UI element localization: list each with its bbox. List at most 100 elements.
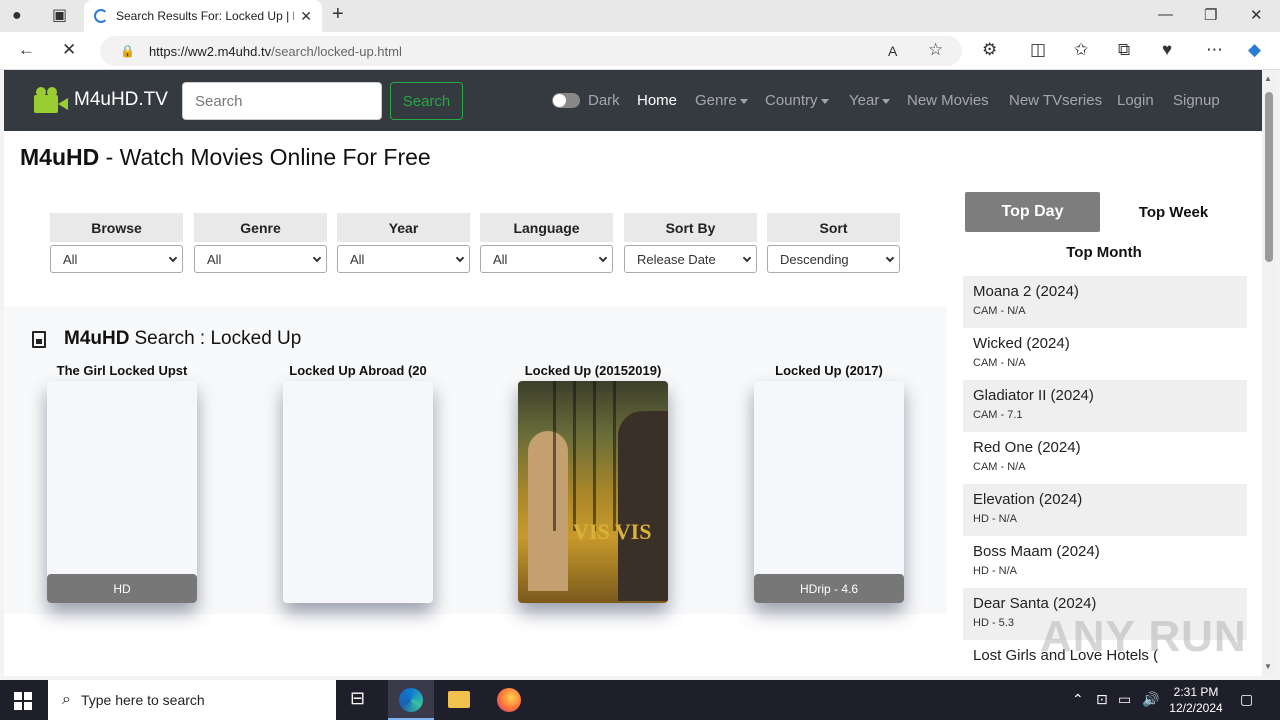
search-results: M4uHD Search : Locked Up The Girl Locked …: [4, 306, 947, 614]
year-select[interactable]: All: [337, 245, 470, 273]
nav-year[interactable]: Year: [849, 92, 891, 109]
chevron-down-icon: [598, 253, 608, 263]
favorite-star-icon[interactable]: ☆: [928, 40, 943, 60]
tab-actions-icon[interactable]: ▣: [52, 6, 67, 26]
profile-icon[interactable]: ●: [12, 6, 22, 26]
filter-language: Language All: [480, 213, 613, 273]
list-item[interactable]: Moana 2 (2024) CAM - N/A: [963, 276, 1247, 328]
movie-title[interactable]: Locked Up Abroad (20: [278, 363, 438, 379]
taskbar-search-text: Type here to search: [80, 692, 205, 708]
filter-sort: Sort Descending: [767, 213, 900, 273]
favorites-icon[interactable]: ✩: [1074, 40, 1088, 60]
loading-icon: [94, 9, 108, 23]
sort-by-select[interactable]: Release Date: [624, 245, 757, 273]
filter-label: Year: [337, 213, 470, 242]
tab-title: Search Results For: Locked Up | M: [116, 9, 295, 23]
site-search-input[interactable]: Search: [182, 82, 382, 120]
nav-country[interactable]: Country: [765, 92, 829, 109]
tab-top-week[interactable]: Top Week: [1106, 192, 1241, 232]
url-field[interactable]: 🔒 https://ww2.m4uhd.tv/search/locked-up.…: [100, 36, 962, 66]
read-aloud-icon[interactable]: A: [888, 43, 897, 59]
close-tab-icon[interactable]: ✕: [300, 8, 312, 25]
movie-card[interactable]: The Girl Locked Upst HD: [42, 363, 202, 603]
nav-login[interactable]: Login: [1117, 92, 1154, 109]
quality-badge: HDrip - 4.6: [754, 574, 904, 603]
taskbar-search[interactable]: ⌕ Type here to search: [48, 680, 336, 720]
tray-chevron-icon[interactable]: ⌃: [1072, 691, 1084, 708]
site-navbar: M4uHD.TV Search Search Dark Home Genre C…: [4, 70, 1262, 131]
movie-poster[interactable]: [283, 381, 433, 603]
document-icon: [32, 330, 46, 348]
task-view-icon[interactable]: ⊟: [350, 688, 365, 709]
movie-title[interactable]: The Girl Locked Upst: [42, 363, 202, 379]
back-icon[interactable]: ←: [18, 40, 35, 60]
more-menu-icon[interactable]: ⋯: [1206, 40, 1223, 60]
site-search-button[interactable]: Search: [390, 82, 463, 120]
windows-taskbar: ⌕ Type here to search ⊟ ⌃ ⊡ ▭ 🔊 2:31 PM …: [0, 680, 1280, 720]
nav-signup[interactable]: Signup: [1173, 92, 1220, 109]
genre-select[interactable]: All: [194, 245, 327, 273]
movie-title[interactable]: Locked Up (20152019): [513, 363, 673, 379]
taskbar-clock[interactable]: 2:31 PM 12/2/2024: [1164, 684, 1228, 716]
firefox-icon[interactable]: [497, 688, 521, 712]
browser-tab-active[interactable]: Search Results For: Locked Up | M ✕: [84, 0, 322, 32]
restore-icon[interactable]: ❐: [1204, 6, 1217, 24]
network-icon[interactable]: ⊡: [1096, 691, 1108, 708]
movie-poster[interactable]: HD: [47, 381, 197, 603]
lock-icon[interactable]: 🔒: [120, 44, 135, 58]
movie-card[interactable]: Locked Up (20152019) VIS VIS: [513, 363, 673, 603]
filter-browse: Browse All: [50, 213, 183, 273]
list-item[interactable]: Boss Maam (2024) HD - N/A: [963, 536, 1247, 588]
minimize-icon[interactable]: —: [1158, 6, 1173, 23]
scroll-up-icon: ▲: [1264, 74, 1272, 83]
filter-sort-by: Sort By Release Date: [624, 213, 757, 273]
tab-top-day[interactable]: Top Day: [965, 192, 1100, 232]
chevron-down-icon: [455, 253, 465, 263]
movie-card[interactable]: Locked Up Abroad (20: [278, 363, 438, 603]
scroll-thumb[interactable]: [1265, 92, 1273, 262]
chevron-down-icon: [885, 253, 895, 263]
new-tab-icon[interactable]: +: [332, 4, 344, 24]
list-item[interactable]: Red One (2024) CAM - N/A: [963, 432, 1247, 484]
performance-icon[interactable]: ♥: [1162, 40, 1172, 60]
nav-new-movies[interactable]: New Movies: [907, 92, 989, 109]
nav-new-tvseries[interactable]: New TVseries: [1009, 92, 1102, 109]
edge-browser-icon[interactable]: [399, 688, 423, 712]
windows-start-icon[interactable]: [14, 692, 32, 710]
stop-loading-icon[interactable]: ✕: [62, 40, 76, 60]
movie-card[interactable]: Locked Up (2017) HDrip - 4.6: [749, 363, 909, 603]
site-brand[interactable]: M4uHD.TV: [34, 87, 168, 113]
copilot-icon[interactable]: ◆: [1248, 40, 1261, 60]
movie-title[interactable]: Locked Up (2017): [749, 363, 909, 379]
list-item[interactable]: Gladiator II (2024) CAM - 7.1: [963, 380, 1247, 432]
nav-home[interactable]: Home: [637, 92, 677, 109]
tab-top-month[interactable]: Top Month: [961, 232, 1247, 272]
movie-poster[interactable]: VIS VIS: [518, 381, 668, 603]
wifi-icon[interactable]: ▭: [1118, 691, 1131, 708]
list-item[interactable]: Elevation (2024) HD - N/A: [963, 484, 1247, 536]
collections-icon[interactable]: ⧉: [1118, 40, 1130, 60]
list-item[interactable]: Wicked (2024) CAM - N/A: [963, 328, 1247, 380]
filter-year: Year All: [337, 213, 470, 273]
movie-poster[interactable]: HDrip - 4.6: [754, 381, 904, 603]
url-path: /search/locked-up.html: [271, 43, 402, 59]
filter-label: Browse: [50, 213, 183, 242]
extensions-icon[interactable]: ⚙: [982, 40, 997, 60]
chevron-down-icon: [742, 253, 752, 263]
volume-icon[interactable]: 🔊: [1142, 691, 1159, 708]
url-domain: https://ww2.m4uhd.tv: [148, 43, 272, 59]
browser-tabstrip: ● ▣ Search Results For: Locked Up | M ✕ …: [0, 0, 1280, 32]
split-screen-icon[interactable]: ◫: [1030, 40, 1046, 60]
filter-label: Genre: [194, 213, 327, 242]
sort-order-select[interactable]: Descending: [767, 245, 900, 273]
nav-genre[interactable]: Genre: [695, 92, 748, 109]
chevron-down-icon: [312, 253, 322, 263]
dark-mode-toggle[interactable]: [552, 93, 580, 108]
file-explorer-icon[interactable]: [448, 691, 470, 708]
notifications-icon[interactable]: ▢: [1240, 691, 1253, 708]
filter-label: Language: [480, 213, 613, 242]
page-scrollbar[interactable]: ▲ ▼: [1262, 70, 1276, 676]
language-select[interactable]: All: [480, 245, 613, 273]
close-window-icon[interactable]: ✕: [1250, 6, 1263, 24]
browse-select[interactable]: All: [50, 245, 183, 273]
